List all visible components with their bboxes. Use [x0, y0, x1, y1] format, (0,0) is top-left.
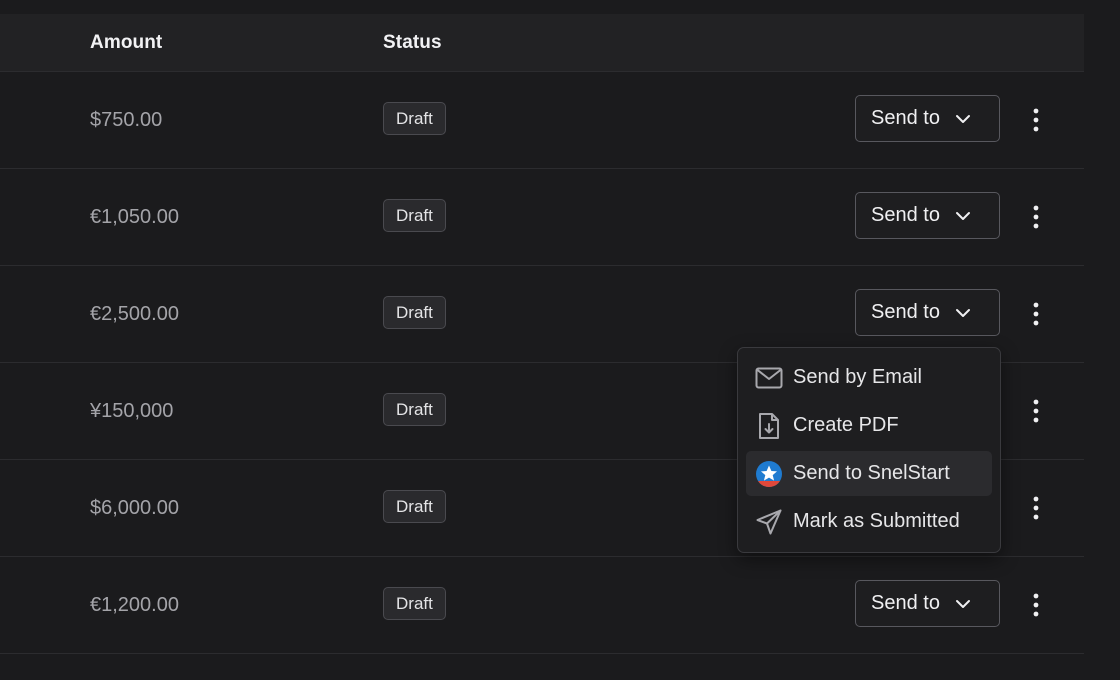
menu-item-label: Send to SnelStart	[793, 462, 950, 484]
status-badge: Draft	[383, 296, 446, 329]
send-to-button[interactable]: Send to	[855, 95, 1000, 142]
menu-item-create-pdf[interactable]: Create PDF	[746, 403, 992, 448]
menu-item-label: Create PDF	[793, 414, 899, 436]
menu-item-label: Mark as Submitted	[793, 510, 960, 532]
amount-cell: ¥150,000	[90, 400, 174, 422]
table-row[interactable]: €1,050.00 Draft Send to	[0, 169, 1084, 266]
send-to-label: Send to	[871, 592, 940, 614]
status-badge: Draft	[383, 587, 446, 620]
table-header: Amount Status	[0, 14, 1084, 72]
more-options-icon[interactable]	[1022, 199, 1050, 235]
table-row[interactable]: €1,200.00 Draft Send to	[0, 557, 1084, 654]
send-to-dropdown-menu: Send by Email Create PDF Send to SnelSta…	[737, 347, 1001, 553]
status-badge: Draft	[383, 393, 446, 426]
invoice-table: Amount Status $750.00 Draft Send to €1,0…	[0, 14, 1084, 654]
menu-item-label: Send by Email	[793, 366, 922, 388]
status-badge: Draft	[383, 102, 446, 135]
send-to-button[interactable]: Send to	[855, 289, 1000, 336]
table-row[interactable]: $750.00 Draft Send to	[0, 72, 1084, 169]
status-badge: Draft	[383, 199, 446, 232]
status-badge: Draft	[383, 490, 446, 523]
more-options-icon[interactable]	[1022, 587, 1050, 623]
mail-icon	[754, 363, 784, 393]
amount-cell: €2,500.00	[90, 303, 179, 325]
send-to-button[interactable]: Send to	[855, 580, 1000, 627]
menu-item-send-by-email[interactable]: Send by Email	[746, 355, 992, 400]
amount-cell: €1,050.00	[90, 206, 179, 228]
send-to-label: Send to	[871, 107, 940, 129]
menu-item-mark-as-submitted[interactable]: Mark as Submitted	[746, 499, 992, 544]
chevron-down-icon	[954, 304, 972, 322]
snelstart-logo-icon	[754, 459, 784, 489]
invoice-list-screen: Amount Status $750.00 Draft Send to €1,0…	[0, 0, 1120, 680]
menu-item-send-to-snelstart[interactable]: Send to SnelStart	[746, 451, 992, 496]
more-options-icon[interactable]	[1022, 393, 1050, 429]
more-options-icon[interactable]	[1022, 490, 1050, 526]
more-options-icon[interactable]	[1022, 102, 1050, 138]
chevron-down-icon	[954, 595, 972, 613]
amount-cell: $6,000.00	[90, 497, 179, 519]
amount-cell: €1,200.00	[90, 594, 179, 616]
amount-cell: $750.00	[90, 109, 163, 131]
column-header-status[interactable]: Status	[383, 14, 442, 71]
chevron-down-icon	[954, 110, 972, 128]
send-to-button[interactable]: Send to	[855, 192, 1000, 239]
send-to-label: Send to	[871, 204, 940, 226]
paper-plane-icon	[754, 507, 784, 537]
more-options-icon[interactable]	[1022, 296, 1050, 332]
column-header-amount[interactable]: Amount	[90, 14, 162, 71]
chevron-down-icon	[954, 207, 972, 225]
file-download-icon	[754, 411, 784, 441]
send-to-label: Send to	[871, 301, 940, 323]
